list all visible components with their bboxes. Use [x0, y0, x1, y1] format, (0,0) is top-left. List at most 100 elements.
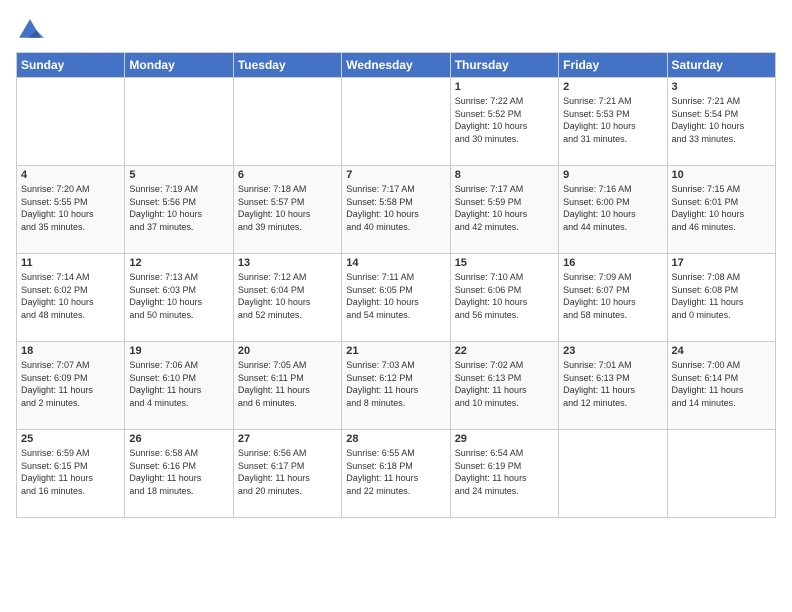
day-number: 7 [346, 169, 445, 181]
calendar-cell: 20 Sunrise: 7:05 AM Sunset: 6:11 PM Dayli… [233, 342, 341, 430]
day-number: 12 [129, 257, 228, 269]
day-number: 6 [238, 169, 337, 181]
day-header-sunday: Sunday [17, 53, 125, 78]
calendar-cell: 2 Sunrise: 7:21 AM Sunset: 5:53 PM Daylig… [559, 78, 667, 166]
calendar-cell: 29 Sunrise: 6:54 AM Sunset: 6:19 PM Dayli… [450, 430, 558, 518]
day-number: 26 [129, 433, 228, 445]
calendar-cell [342, 78, 450, 166]
day-header-thursday: Thursday [450, 53, 558, 78]
calendar-cell: 8Sunrise: 7:17 AM Sunset: 5:59 PM Daylig… [450, 166, 558, 254]
day-info: Sunrise: 7:19 AM Sunset: 5:56 PM Dayligh… [129, 183, 228, 233]
week-row-1: 1 Sunrise: 7:22 AM Sunset: 5:52 PM Daylig… [17, 78, 776, 166]
day-info: Sunrise: 7:05 AM Sunset: 6:11 PM Dayligh… [238, 359, 337, 409]
day-header-saturday: Saturday [667, 53, 775, 78]
day-number: 22 [455, 345, 554, 357]
day-info: Sunrise: 7:10 AM Sunset: 6:06 PM Dayligh… [455, 271, 554, 321]
day-number: 10 [672, 169, 771, 181]
day-number: 9 [563, 169, 662, 181]
day-info: Sunrise: 7:12 AM Sunset: 6:04 PM Dayligh… [238, 271, 337, 321]
week-row-3: 11 Sunrise: 7:14 AM Sunset: 6:02 PM Dayli… [17, 254, 776, 342]
calendar-cell: 23 Sunrise: 7:01 AM Sunset: 6:13 PM Dayli… [559, 342, 667, 430]
day-number: 14 [346, 257, 445, 269]
calendar-cell: 19 Sunrise: 7:06 AM Sunset: 6:10 PM Dayli… [125, 342, 233, 430]
day-number: 23 [563, 345, 662, 357]
day-info: Sunrise: 7:06 AM Sunset: 6:10 PM Dayligh… [129, 359, 228, 409]
day-number: 2 [563, 81, 662, 93]
day-info: Sunrise: 7:21 AM Sunset: 5:54 PM Dayligh… [672, 95, 771, 145]
day-number: 3 [672, 81, 771, 93]
day-number: 21 [346, 345, 445, 357]
calendar-cell: 9 Sunrise: 7:16 AM Sunset: 6:00 PM Daylig… [559, 166, 667, 254]
calendar-cell: 25 Sunrise: 6:59 AM Sunset: 6:15 PM Dayli… [17, 430, 125, 518]
day-header-tuesday: Tuesday [233, 53, 341, 78]
calendar-cell: 6 Sunrise: 7:18 AM Sunset: 5:57 PM Daylig… [233, 166, 341, 254]
week-row-4: 18 Sunrise: 7:07 AM Sunset: 6:09 PM Dayli… [17, 342, 776, 430]
week-row-5: 25 Sunrise: 6:59 AM Sunset: 6:15 PM Dayli… [17, 430, 776, 518]
day-info: Sunrise: 7:16 AM Sunset: 6:00 PM Dayligh… [563, 183, 662, 233]
calendar-cell: 27 Sunrise: 6:56 AM Sunset: 6:17 PM Dayli… [233, 430, 341, 518]
calendar-cell: 3 Sunrise: 7:21 AM Sunset: 5:54 PM Daylig… [667, 78, 775, 166]
day-info: Sunrise: 7:20 AM Sunset: 5:55 PM Dayligh… [21, 183, 120, 233]
day-info: Sunrise: 7:21 AM Sunset: 5:53 PM Dayligh… [563, 95, 662, 145]
calendar-cell: 4 Sunrise: 7:20 AM Sunset: 5:55 PM Daylig… [17, 166, 125, 254]
day-number: 18 [21, 345, 120, 357]
calendar-cell [17, 78, 125, 166]
day-number: 4 [21, 169, 120, 181]
day-number: 15 [455, 257, 554, 269]
calendar-cell: 5 Sunrise: 7:19 AM Sunset: 5:56 PM Daylig… [125, 166, 233, 254]
calendar-cell: 14Sunrise: 7:11 AM Sunset: 6:05 PM Dayli… [342, 254, 450, 342]
day-header-friday: Friday [559, 53, 667, 78]
calendar-cell: 24 Sunrise: 7:00 AM Sunset: 6:14 PM Dayli… [667, 342, 775, 430]
calendar-cell: 1 Sunrise: 7:22 AM Sunset: 5:52 PM Daylig… [450, 78, 558, 166]
day-header-wednesday: Wednesday [342, 53, 450, 78]
day-info: Sunrise: 7:00 AM Sunset: 6:14 PM Dayligh… [672, 359, 771, 409]
calendar-cell: 15 Sunrise: 7:10 AM Sunset: 6:06 PM Dayli… [450, 254, 558, 342]
calendar-cell [559, 430, 667, 518]
day-info: Sunrise: 7:22 AM Sunset: 5:52 PM Dayligh… [455, 95, 554, 145]
calendar-cell: 11 Sunrise: 7:14 AM Sunset: 6:02 PM Dayli… [17, 254, 125, 342]
day-info: Sunrise: 6:54 AM Sunset: 6:19 PM Dayligh… [455, 447, 554, 497]
day-number: 19 [129, 345, 228, 357]
day-number: 11 [21, 257, 120, 269]
day-info: Sunrise: 7:17 AM Sunset: 5:58 PM Dayligh… [346, 183, 445, 233]
day-info: Sunrise: 6:55 AM Sunset: 6:18 PM Dayligh… [346, 447, 445, 497]
calendar-cell: 17Sunrise: 7:08 AM Sunset: 6:08 PM Dayli… [667, 254, 775, 342]
day-info: Sunrise: 7:03 AM Sunset: 6:12 PM Dayligh… [346, 359, 445, 409]
calendar-cell [667, 430, 775, 518]
day-info: Sunrise: 7:08 AM Sunset: 6:08 PM Dayligh… [672, 271, 771, 321]
day-number: 20 [238, 345, 337, 357]
calendar-cell: 16Sunrise: 7:09 AM Sunset: 6:07 PM Dayli… [559, 254, 667, 342]
day-number: 25 [21, 433, 120, 445]
calendar-cell: 12 Sunrise: 7:13 AM Sunset: 6:03 PM Dayli… [125, 254, 233, 342]
calendar-table: SundayMondayTuesdayWednesdayThursdayFrid… [16, 52, 776, 518]
day-info: Sunrise: 7:17 AM Sunset: 5:59 PM Dayligh… [455, 183, 554, 233]
day-info: Sunrise: 7:18 AM Sunset: 5:57 PM Dayligh… [238, 183, 337, 233]
page-header [16, 16, 776, 44]
logo [16, 16, 48, 44]
day-number: 1 [455, 81, 554, 93]
day-number: 28 [346, 433, 445, 445]
calendar-cell: 22 Sunrise: 7:02 AM Sunset: 6:13 PM Dayli… [450, 342, 558, 430]
calendar-header-row: SundayMondayTuesdayWednesdayThursdayFrid… [17, 53, 776, 78]
day-number: 5 [129, 169, 228, 181]
calendar-cell: 18 Sunrise: 7:07 AM Sunset: 6:09 PM Dayli… [17, 342, 125, 430]
day-header-monday: Monday [125, 53, 233, 78]
day-info: Sunrise: 7:07 AM Sunset: 6:09 PM Dayligh… [21, 359, 120, 409]
calendar-cell: 7 Sunrise: 7:17 AM Sunset: 5:58 PM Daylig… [342, 166, 450, 254]
calendar-cell: 28 Sunrise: 6:55 AM Sunset: 6:18 PM Dayli… [342, 430, 450, 518]
day-info: Sunrise: 7:02 AM Sunset: 6:13 PM Dayligh… [455, 359, 554, 409]
day-number: 16 [563, 257, 662, 269]
day-info: Sunrise: 7:13 AM Sunset: 6:03 PM Dayligh… [129, 271, 228, 321]
day-number: 29 [455, 433, 554, 445]
day-number: 13 [238, 257, 337, 269]
day-info: Sunrise: 7:14 AM Sunset: 6:02 PM Dayligh… [21, 271, 120, 321]
day-number: 27 [238, 433, 337, 445]
day-info: Sunrise: 6:59 AM Sunset: 6:15 PM Dayligh… [21, 447, 120, 497]
day-info: Sunrise: 6:56 AM Sunset: 6:17 PM Dayligh… [238, 447, 337, 497]
day-info: Sunrise: 7:01 AM Sunset: 6:13 PM Dayligh… [563, 359, 662, 409]
day-number: 24 [672, 345, 771, 357]
logo-icon [16, 16, 44, 44]
calendar-cell [125, 78, 233, 166]
day-info: Sunrise: 7:15 AM Sunset: 6:01 PM Dayligh… [672, 183, 771, 233]
day-info: Sunrise: 6:58 AM Sunset: 6:16 PM Dayligh… [129, 447, 228, 497]
